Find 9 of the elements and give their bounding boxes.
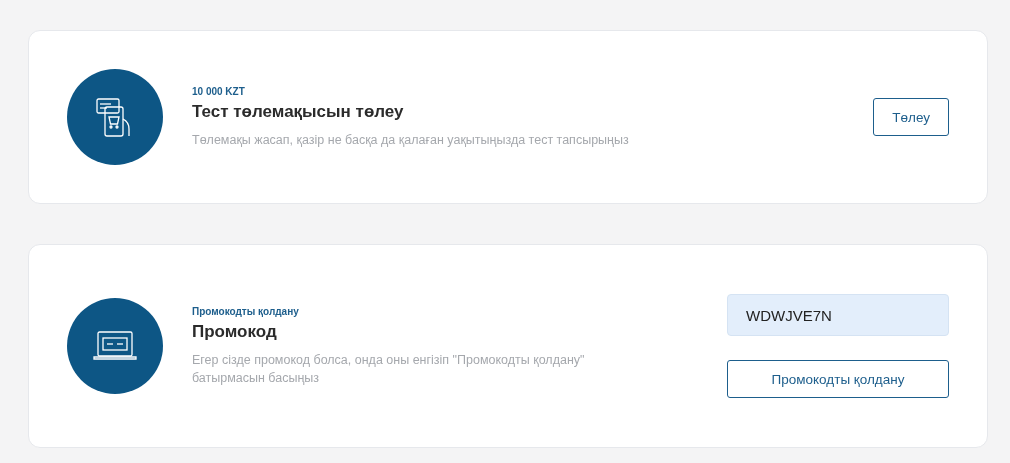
- card-title: Промокод: [192, 321, 278, 342]
- card-eyebrow: Промокодты қолдану: [192, 305, 300, 317]
- card-description: Төлемақы жасап, қазір не басқа да қалаған уақытыңызда тест тапсырыңыз: [192, 131, 630, 149]
- pay-button[interactable]: Төлеу: [873, 98, 949, 137]
- card-title: Тест төлемақысын төлеу: [192, 101, 405, 122]
- promo-code-field[interactable]: WDWJVE7N: [727, 294, 949, 337]
- card-eyebrow: 10 000 KZT: [192, 85, 246, 97]
- apply-promo-button[interactable]: Промокодты қолдану: [727, 360, 949, 399]
- card-description: Егер сізде промокод болса, онда оны енгізіп "Промокодты қолдану" батырмасын басыңыз: [192, 351, 586, 387]
